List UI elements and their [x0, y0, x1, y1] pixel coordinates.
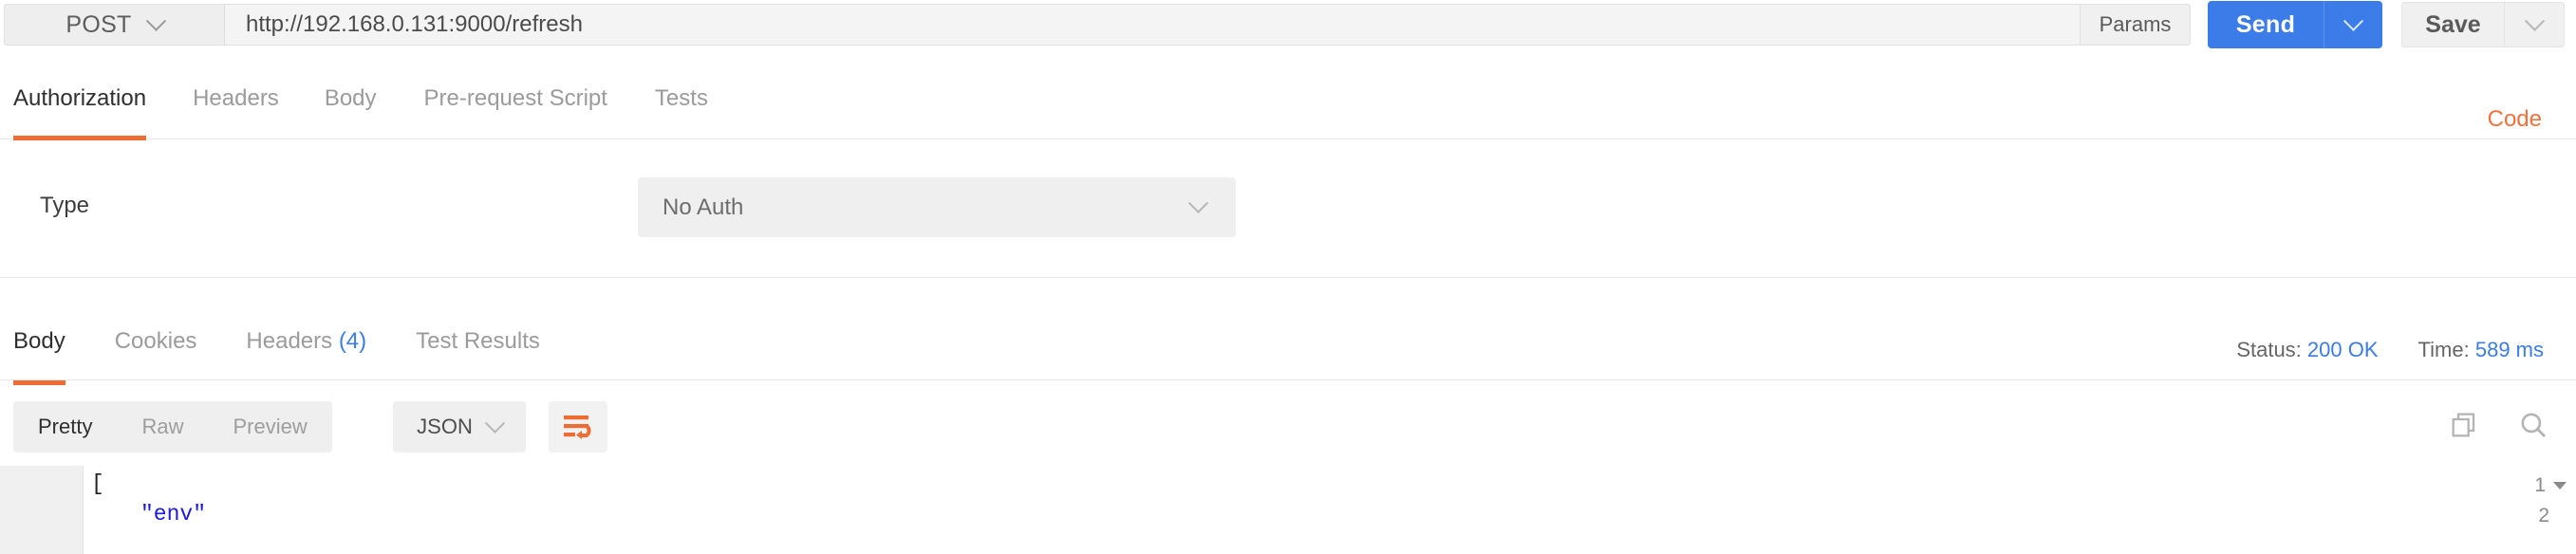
view-mode-raw[interactable]: Raw [117, 401, 208, 452]
save-button[interactable]: Save [2401, 2, 2504, 47]
params-label: Params [2099, 12, 2172, 36]
tab-headers-label: Headers [193, 85, 279, 111]
line-number-2: 2 [2538, 505, 2549, 527]
view-mode-raw-label: Raw [141, 415, 184, 438]
copy-icon[interactable] [2449, 410, 2479, 440]
http-method-label: POST [65, 10, 132, 38]
response-meta: Status: 200 OK Time: 589 ms [2236, 338, 2544, 362]
request-tabs: Authorization Headers Body Pre-request S… [0, 49, 2576, 140]
search-icon[interactable] [2517, 409, 2549, 441]
editor-gutter [0, 466, 84, 554]
tab-pre-request-script-label: Pre-request Script [423, 85, 607, 111]
response-tab-headers-label: Headers [246, 328, 333, 354]
tab-authorization-label: Authorization [13, 85, 147, 111]
line-number-2-label: 2 [2538, 505, 2549, 526]
response-tab-body[interactable]: Body [13, 328, 65, 385]
auth-type-select[interactable]: No Auth [638, 177, 1236, 237]
save-label: Save [2425, 10, 2481, 38]
request-url-value: http://192.168.0.131:9000/refresh [246, 11, 583, 37]
code-link-label: Code [2487, 106, 2542, 132]
view-mode-preview-label: Preview [233, 415, 308, 438]
tab-tests[interactable]: Tests [655, 85, 708, 140]
response-tab-headers[interactable]: Headers (4) [246, 328, 366, 385]
auth-type-value: No Auth [663, 194, 744, 220]
view-mode-pretty-label: Pretty [38, 415, 93, 438]
save-button-group: Save [2401, 2, 2565, 47]
response-tab-test-results-label: Test Results [416, 328, 540, 354]
send-options-button[interactable] [2324, 1, 2382, 48]
send-button-group: Send [2208, 1, 2382, 48]
response-body-editor[interactable]: 1 2 [ "env" [0, 466, 2576, 554]
response-tab-body-label: Body [13, 328, 65, 354]
request-url-bar: POST http://192.168.0.131:9000/refresh P… [0, 0, 2576, 49]
time-indicator: Time: 589 ms [2418, 338, 2544, 362]
view-mode-preview[interactable]: Preview [208, 401, 331, 452]
send-button[interactable]: Send [2208, 1, 2324, 48]
code-line-2: "env" [140, 502, 207, 526]
code-link[interactable]: Code [2488, 106, 2542, 133]
request-url-input[interactable]: http://192.168.0.131:9000/refresh [224, 4, 2081, 46]
word-wrap-button[interactable] [549, 401, 607, 452]
authorization-panel: Type No Auth [0, 140, 2576, 278]
chevron-down-icon [1187, 193, 1209, 213]
postman-request-response-pane: POST http://192.168.0.131:9000/refresh P… [0, 0, 2576, 554]
status-label: Status: [2236, 338, 2302, 361]
response-actions [2449, 409, 2549, 441]
chevron-down-icon [2343, 10, 2364, 31]
tab-body-label: Body [324, 85, 377, 111]
headers-count-badge: (4) [338, 328, 367, 354]
send-label: Send [2235, 10, 2296, 38]
response-body-toolbar: Pretty Raw Preview JSON [0, 380, 2576, 466]
save-options-button[interactable] [2504, 2, 2565, 47]
response-tab-cookies[interactable]: Cookies [115, 328, 197, 385]
http-method-selector[interactable]: POST [4, 4, 224, 46]
chevron-down-icon [484, 413, 505, 434]
response-format-select[interactable]: JSON [393, 401, 526, 452]
time-value: 589 ms [2474, 338, 2544, 361]
response-tabs: Body Cookies Headers (4) Test Results St… [0, 315, 2576, 385]
tab-tests-label: Tests [654, 85, 708, 111]
tab-pre-request-script[interactable]: Pre-request Script [424, 85, 607, 140]
auth-type-label: Type [40, 193, 90, 218]
status-indicator: Status: 200 OK [2236, 338, 2378, 362]
tab-authorization[interactable]: Authorization [13, 85, 147, 140]
response-tab-test-results[interactable]: Test Results [416, 328, 540, 385]
tab-body[interactable]: Body [325, 85, 377, 140]
word-wrap-icon [564, 416, 591, 439]
response-tab-cookies-label: Cookies [114, 328, 197, 354]
status-value: 200 OK [2306, 338, 2379, 361]
view-mode-pretty[interactable]: Pretty [13, 401, 117, 452]
view-mode-group: Pretty Raw Preview [13, 401, 332, 452]
time-label: Time: [2417, 338, 2470, 361]
tab-headers[interactable]: Headers [193, 85, 279, 140]
response-format-value: JSON [417, 415, 473, 438]
chevron-down-icon [145, 10, 166, 31]
chevron-down-icon [2524, 10, 2545, 31]
code-line-1: [ [91, 471, 104, 496]
params-button[interactable]: Params [2081, 4, 2191, 46]
